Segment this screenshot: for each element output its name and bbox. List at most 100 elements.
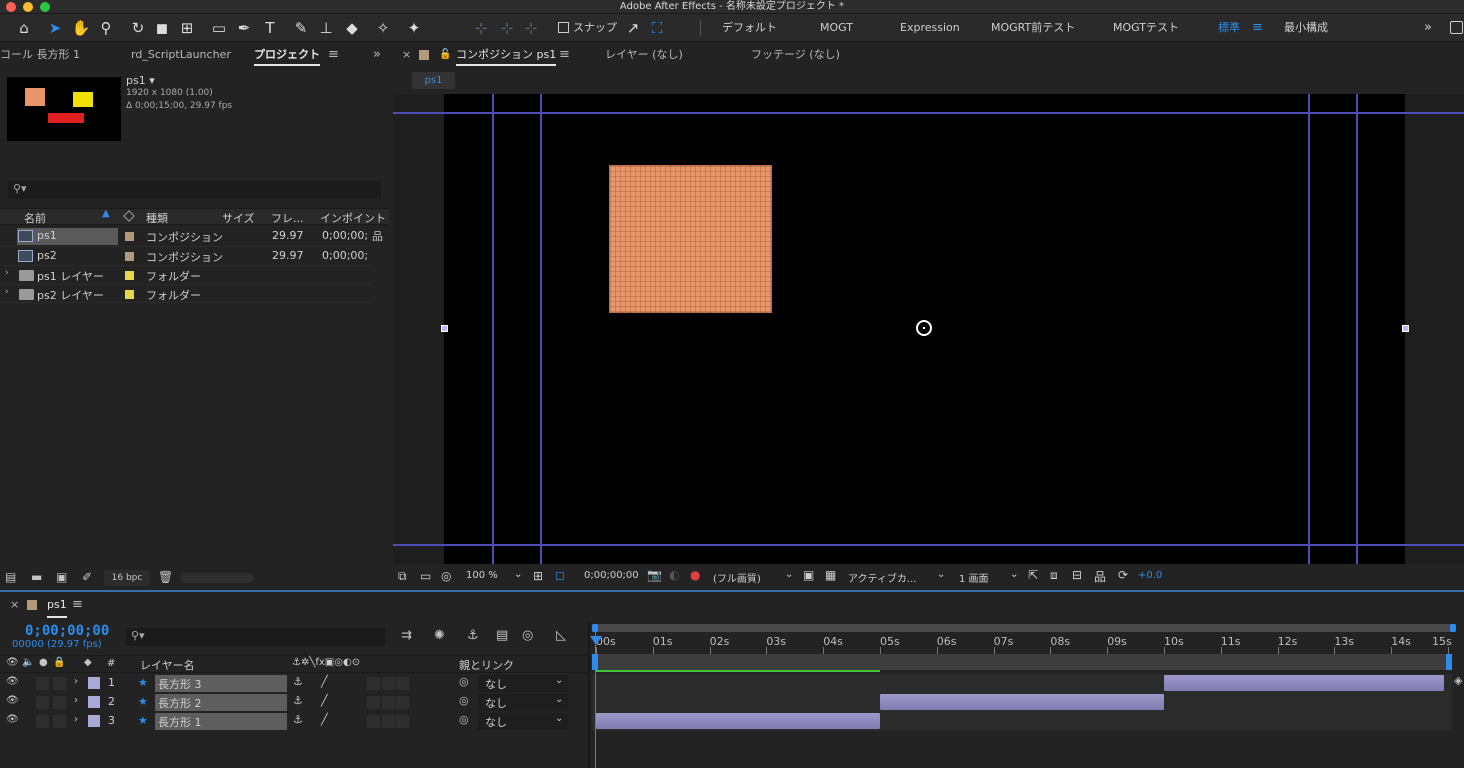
fast-previews-icon[interactable]: ⧈	[1050, 568, 1058, 583]
camera-tool-icon[interactable]: ◼	[151, 17, 173, 39]
home-icon[interactable]: ⌂	[13, 17, 35, 39]
layer-name[interactable]: 長方形 2	[158, 695, 202, 711]
region-of-interest-icon[interactable]: ▣	[803, 568, 814, 582]
chevron-down-icon[interactable]: ⌄	[785, 569, 793, 580]
reset-exposure-icon[interactable]: ⟳	[1118, 568, 1128, 582]
workspace-standard[interactable]: 標準	[1218, 14, 1240, 42]
time-navigator[interactable]	[592, 624, 1456, 632]
grid-guides-icon[interactable]: ⊞	[533, 569, 543, 583]
new-composition-icon[interactable]: ▣	[56, 570, 67, 584]
rectangle-layer[interactable]	[609, 165, 772, 313]
chevron-right-icon[interactable]: ›	[74, 695, 78, 706]
comp-flowchart-icon[interactable]: 品	[1094, 568, 1106, 585]
work-area-bar[interactable]	[592, 654, 1452, 670]
bit-depth-button[interactable]: 16 bpc	[104, 570, 150, 586]
brush-tool-icon[interactable]: ✎	[290, 17, 312, 39]
list-item[interactable]: › ps2 レイヤー フォルダー	[0, 284, 370, 303]
tab-layer-controls[interactable]: コール 長方形 1	[0, 42, 80, 68]
col-type[interactable]: 種類	[146, 210, 168, 226]
snapshot-icon[interactable]: 📷	[647, 568, 662, 582]
eraser-tool-icon[interactable]: ◆	[341, 17, 363, 39]
tab-footage[interactable]: フッテージ (なし)	[751, 42, 840, 68]
timeline-icon[interactable]: ⊟	[1072, 568, 1082, 582]
col-framerate[interactable]: フレ...	[271, 210, 304, 226]
lock-toggle[interactable]	[53, 677, 66, 690]
toggle-pixel-aspect-icon[interactable]: ⇱	[1028, 568, 1038, 582]
zoom-tool-icon[interactable]: ⚲	[95, 17, 117, 39]
lock-toggle[interactable]	[53, 715, 66, 728]
chevron-right-icon[interactable]: ›	[74, 676, 78, 687]
table-row[interactable]: 👁 › 1 ★ 長方形 3 ⚓ ╱ ◎ なし ⌄	[0, 674, 588, 693]
rectangle-tool-icon[interactable]: ▭	[208, 17, 230, 39]
timeline-menu-icon[interactable]: ≡	[72, 592, 83, 618]
tab-script-launcher[interactable]: rd_ScriptLauncher	[131, 42, 231, 68]
list-item[interactable]: ps1 コンポジション 29.97 0;00;00; 品	[0, 227, 383, 246]
exposure-value[interactable]: +0.0	[1138, 570, 1162, 581]
snap-checkbox[interactable]	[558, 22, 569, 33]
lock-icon[interactable]: 🔒	[53, 657, 65, 668]
project-settings-icon[interactable]: ✐	[82, 570, 92, 584]
timeline-search-input[interactable]: ⚲▾	[126, 628, 385, 646]
axis-world-icon[interactable]: ⊹	[496, 17, 518, 39]
chevron-down-icon[interactable]: ⌄	[555, 713, 563, 724]
current-time-display[interactable]: 0;00;00;00	[584, 570, 639, 581]
close-tab-icon[interactable]: ×	[402, 42, 411, 68]
col-inpoint[interactable]: インポイント	[320, 210, 386, 226]
resolution-dropdown[interactable]: (フル画質)	[713, 570, 761, 585]
solo-toggle[interactable]	[36, 677, 49, 690]
table-row[interactable]: 👁 › 3 ★ 長方形 1 ⚓ ╱ ◎ なし ⌄	[0, 712, 588, 731]
chevron-right-icon[interactable]: ›	[74, 714, 78, 725]
layer-name[interactable]: 長方形 1	[158, 714, 202, 730]
chevron-down-icon[interactable]: ⌄	[555, 675, 563, 686]
table-row[interactable]: 👁 › 2 ★ 長方形 2 ⚓ ╱ ◎ なし ⌄	[0, 693, 588, 712]
solo-toggle[interactable]	[36, 696, 49, 709]
hide-shy-layers-icon[interactable]: ⚓	[467, 628, 479, 643]
close-timeline-tab-icon[interactable]: ×	[10, 592, 19, 618]
switches-icons[interactable]: ⚓✲╲fx▣◎◐⊙	[292, 657, 360, 668]
mask-visibility-icon[interactable]: ◎	[441, 569, 451, 583]
chevron-down-icon[interactable]: ⌄	[514, 569, 522, 580]
zoom-dropdown[interactable]: 100 %	[466, 570, 498, 581]
pickwhip-icon[interactable]: ◎	[459, 694, 469, 707]
label-tag-icon[interactable]	[123, 210, 135, 222]
tab-timeline-comp[interactable]: ps1	[47, 592, 67, 618]
panel-menu-icon[interactable]: ≡	[328, 42, 339, 68]
more-workspaces-icon[interactable]: »	[1424, 14, 1432, 42]
transparency-grid-icon[interactable]: ◻	[555, 568, 565, 582]
label-swatch[interactable]	[125, 290, 134, 299]
visibility-eye-icon[interactable]: 👁	[6, 695, 19, 706]
roto-brush-tool-icon[interactable]: ✧	[372, 17, 394, 39]
thumbnail-slider[interactable]	[180, 573, 254, 583]
pickwhip-icon[interactable]: ◎	[459, 675, 469, 688]
col-layer-name[interactable]: レイヤー名	[140, 657, 195, 673]
visibility-eye-icon[interactable]: 👁	[6, 676, 19, 687]
clone-stamp-tool-icon[interactable]: ⊥	[315, 17, 337, 39]
chevron-down-icon[interactable]: ⌄	[555, 694, 563, 705]
comp-breadcrumb[interactable]: ps1	[412, 72, 455, 89]
workspace-mogt-test[interactable]: MOGTテスト	[1113, 14, 1179, 42]
workspace-minimal[interactable]: 最小構成	[1284, 14, 1328, 42]
pen-tool-icon[interactable]: ✒	[233, 17, 255, 39]
time-ruler[interactable]: 00s 01s 02s 03s 04s 05s 06s 07s 08s 09s 10s 11s 12s 1…	[592, 632, 1456, 654]
eye-icon[interactable]: 👁	[6, 657, 19, 668]
layer-label-swatch[interactable]	[88, 677, 100, 689]
layer-name[interactable]: 長方形 3	[158, 676, 202, 692]
workspace-mogrt-pretest[interactable]: MOGRT前テスト	[991, 14, 1075, 42]
layer-duration-bar[interactable]	[880, 694, 1164, 710]
comp-viewer[interactable]	[393, 94, 1464, 564]
pan-behind-tool-icon[interactable]: ⊞	[176, 17, 198, 39]
always-preview-icon[interactable]: ⧉	[398, 569, 407, 584]
project-search-input[interactable]: ⚲▾	[8, 181, 381, 199]
tab-project[interactable]: プロジェクト	[254, 42, 320, 66]
composition-mini-flowchart-icon[interactable]: ⇉	[401, 628, 412, 643]
visibility-eye-icon[interactable]: 👁	[6, 714, 19, 725]
playhead-marker-icon[interactable]	[590, 636, 602, 645]
shy-switch-icon[interactable]: ⚓	[293, 694, 303, 707]
checkerboard-icon[interactable]: ▦	[825, 568, 836, 582]
chevron-down-icon[interactable]: ⌄	[1010, 569, 1018, 580]
motion-blur-icon[interactable]: ◎	[522, 628, 533, 643]
shy-switch-icon[interactable]: ⚓	[293, 675, 303, 688]
layer-handle-left[interactable]	[441, 325, 448, 332]
tab-composition[interactable]: コンポジション ps1	[456, 42, 557, 66]
selection-tool-icon[interactable]: ➤	[44, 17, 66, 39]
